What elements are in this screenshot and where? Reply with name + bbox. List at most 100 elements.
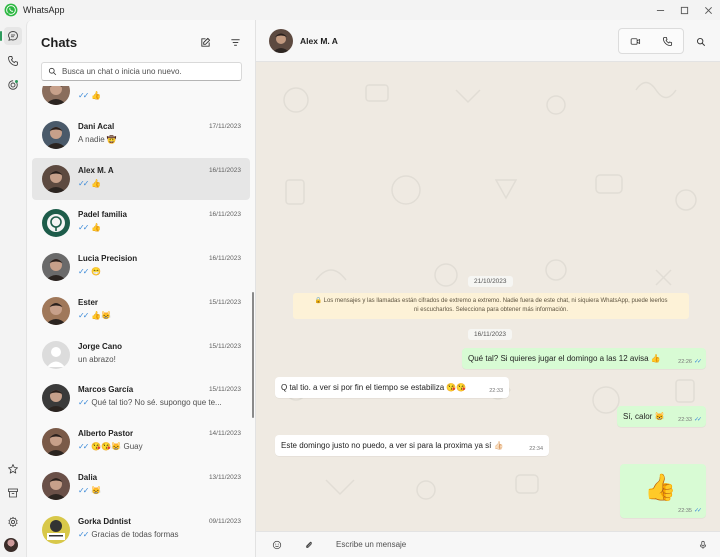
encryption-notice-line1: 🔒 Los mensajes y las llamadas están cifr… — [314, 298, 668, 304]
chats-icon — [8, 31, 18, 41]
filter-button[interactable] — [227, 34, 243, 50]
contact-name[interactable]: Alex M. A — [300, 36, 338, 46]
read-receipt-icon: ✓✓ — [78, 179, 89, 188]
message-bubble-outgoing[interactable]: Sí, calor 😸 22:33 ✓✓ — [617, 406, 706, 427]
search-placeholder: Busca un chat o inicia uno nuevo. — [62, 67, 182, 76]
contact-avatar — [42, 384, 70, 412]
maximize-icon — [680, 6, 688, 14]
message-time: 22:35 — [678, 508, 692, 514]
message-bubble-incoming[interactable]: Este domingo justo no puedo, a ver si pa… — [275, 435, 549, 456]
chat-last-message: ✓✓ Qué tal tio? No sé. supongo que te... — [78, 398, 222, 407]
chat-list-item[interactable]: Dalia 13/11/2023 ✓✓ 😸 — [32, 465, 250, 507]
attach-button[interactable] — [302, 538, 316, 552]
message-input[interactable]: Escribe un mensaje — [336, 540, 406, 549]
rail-calls-button[interactable] — [4, 52, 22, 70]
chat-name: Ester — [78, 298, 99, 307]
voice-call-button[interactable] — [651, 29, 683, 53]
chat-list-scrollbar[interactable] — [252, 292, 254, 418]
emoji-button[interactable] — [270, 538, 284, 552]
voice-note-button[interactable] — [696, 538, 710, 552]
message-bubble-outgoing[interactable]: Qué tal? Si quieres jugar el domingo a l… — [462, 348, 706, 369]
message-time: 22:34 — [529, 446, 543, 452]
chat-list: Alvaro Pista317/11/2023✓✓👍 Dani Acal 17/11… — [32, 86, 250, 557]
chat-last-message: ✓✓ 👍 — [78, 179, 101, 188]
chat-last-message: A nadie 🤠 — [78, 135, 117, 144]
chat-last-message: ✓✓ 😸 — [78, 486, 101, 495]
chat-date: 15/11/2023 — [208, 343, 241, 350]
message-text: Qué tal? Si quieres jugar el domingo a l… — [468, 354, 661, 363]
chat-name: Padel familia — [78, 210, 127, 219]
minimize-button[interactable] — [648, 0, 672, 20]
chat-message-text: 👍 — [91, 223, 102, 232]
message-meta: 22:34 — [529, 446, 543, 452]
filter-icon — [230, 38, 240, 46]
chat-last-message: ✓✓ 👍 — [78, 91, 101, 100]
message-meta: 22:33 ✓✓ — [678, 416, 702, 423]
message-text: Este domingo justo no puedo, a ver si pa… — [281, 441, 504, 450]
chat-last-message: ✓✓ 👍 — [78, 223, 101, 232]
contact-avatar — [42, 86, 70, 105]
search-input[interactable]: Busca un chat o inicia uno nuevo. — [41, 62, 242, 81]
chat-list-item[interactable]: Marcos García 15/11/2023 ✓✓ Qué tal tio? No… — [32, 377, 250, 419]
thumbs-up-emoji: 👍 — [644, 472, 677, 502]
chat-message-text: un abrazo! — [78, 355, 116, 364]
profile-avatar[interactable] — [4, 538, 18, 552]
chat-date: 13/11/2023 — [208, 474, 241, 481]
chat-list-item[interactable]: Alberto Pastor 14/11/2023 ✓✓ 😘😘😸 Guay — [32, 421, 250, 463]
close-button[interactable] — [696, 0, 720, 20]
chat-date: 09/11/2023 — [208, 518, 241, 525]
chat-list-item[interactable]: Ester 15/11/2023 ✓✓ 👍😸 — [32, 290, 250, 332]
encryption-notice[interactable]: 🔒 Los mensajes y las llamadas están cifr… — [293, 293, 689, 319]
active-indicator — [0, 31, 2, 41]
search-icon — [697, 38, 706, 47]
chat-name: Alberto Pastor — [78, 429, 134, 438]
contact-avatar — [42, 253, 70, 281]
read-receipt-icon: ✓✓ — [78, 530, 89, 539]
microphone-icon — [699, 540, 707, 549]
chat-message-text: A nadie 🤠 — [78, 135, 117, 144]
chat-list-item[interactable]: Padel familia 16/11/2023 ✓✓ 👍 — [32, 202, 250, 244]
chat-list-item[interactable]: Lucia Precision 16/11/2023 ✓✓ 😁 — [32, 246, 250, 288]
chat-message-text: 👍 — [91, 91, 102, 100]
settings-icon — [8, 516, 18, 527]
message-bubble-incoming[interactable]: Q tal tio. a ver si por fin el tiempo se… — [275, 377, 509, 398]
contact-avatar — [42, 165, 70, 193]
chat-date: 14/11/2023 — [208, 430, 241, 437]
whatsapp-logo-icon — [4, 3, 18, 17]
rail-archived-button[interactable] — [4, 484, 22, 502]
chat-last-message: un abrazo! — [78, 355, 116, 364]
rail-starred-button[interactable] — [4, 460, 22, 478]
message-meta: 22:33 — [489, 388, 503, 394]
rail-chats-button[interactable] — [4, 27, 22, 45]
chats-panel: Chats Busca un chat o inicia uno nuevo. … — [26, 20, 255, 557]
read-receipt-icon: ✓✓ — [693, 417, 702, 423]
chat-name: Jorge Cano — [78, 342, 123, 351]
maximize-button[interactable] — [672, 0, 696, 20]
new-chat-button[interactable] — [197, 34, 213, 50]
chat-list-item[interactable]: Jorge Cano 15/11/2023 un abrazo! — [32, 334, 250, 376]
message-time: 22:33 — [489, 388, 503, 394]
chat-list-item[interactable]: Dani Acal 17/11/2023 A nadie 🤠 — [32, 114, 250, 156]
voice-call-icon — [662, 36, 672, 46]
chat-name: Lucia Precision — [78, 254, 138, 263]
chat-list-item[interactable]: Alex M. A 16/11/2023 ✓✓ 👍 — [32, 158, 250, 200]
video-call-button[interactable] — [619, 29, 651, 53]
title-bar: WhatsApp — [0, 0, 720, 20]
read-receipt-icon: ✓✓ — [693, 359, 702, 365]
message-bubble-outgoing-emoji[interactable]: 👍 22:35 ✓✓ — [620, 464, 706, 518]
chat-name: Dalia — [78, 473, 98, 482]
rail-status-button[interactable] — [4, 76, 22, 94]
conversation-search-button[interactable] — [693, 34, 709, 50]
chat-message-text: 👍😸 — [91, 311, 112, 320]
chat-list-item[interactable]: Gorka Ddntist 09/11/2023 ✓✓ Gracias de toda… — [32, 509, 250, 551]
contact-avatar[interactable] — [269, 29, 293, 53]
read-receipt-icon: ✓✓ — [78, 267, 89, 276]
contact-avatar — [42, 516, 70, 544]
chat-name: Alvaro Pista3 — [78, 86, 129, 87]
read-receipt-icon: ✓✓ — [78, 442, 89, 451]
chat-list-item[interactable]: Alvaro Pista317/11/2023✓✓👍 — [32, 86, 250, 112]
message-text: Sí, calor 😸 — [623, 412, 665, 421]
minimize-icon — [656, 9, 664, 11]
conversation-header[interactable]: Alex M. A — [256, 20, 720, 62]
rail-settings-button[interactable] — [4, 513, 22, 531]
